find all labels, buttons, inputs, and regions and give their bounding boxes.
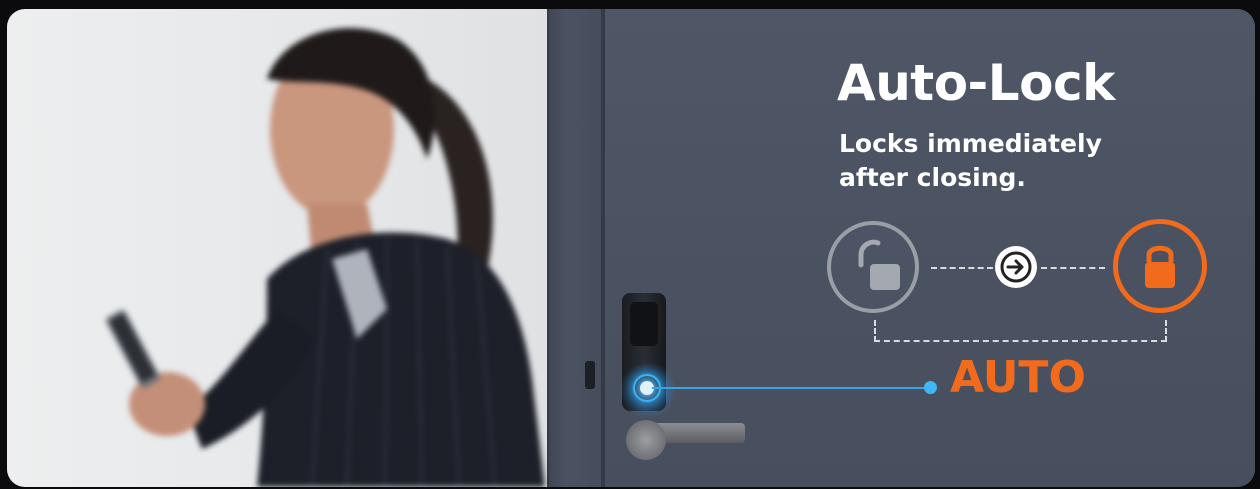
diagram-dashed-bracket: [874, 320, 1167, 342]
connector-endpoint-dot: [924, 381, 937, 394]
lever-rosette: [626, 420, 666, 460]
unlocked-padlock-icon: [827, 221, 919, 313]
sensor-connector-line: [652, 387, 929, 389]
woman-photo: [67, 9, 587, 487]
diagram-dashed-line-right: [1041, 267, 1105, 269]
auto-label: AUTO: [950, 352, 1086, 403]
auto-lock-banner: Auto-Lock Locks immediately after closin…: [7, 9, 1255, 487]
smart-lock-keypad: [630, 302, 658, 346]
feature-subtitle: Locks immediately after closing.: [839, 129, 1102, 192]
diagram-dashed-line-left: [931, 267, 993, 269]
arrow-right-icon: [995, 246, 1037, 288]
feature-title: Auto-Lock: [837, 54, 1115, 112]
locked-padlock-icon: [1113, 219, 1207, 313]
